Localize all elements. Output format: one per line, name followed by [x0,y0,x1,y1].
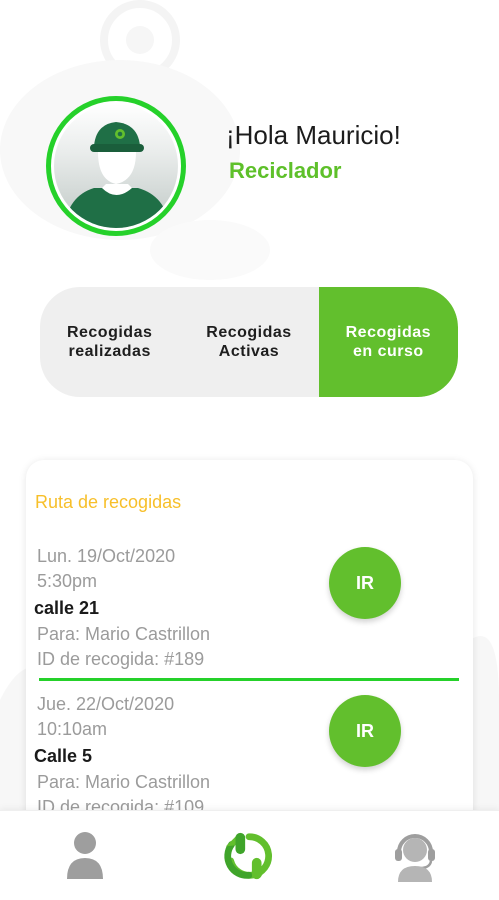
nav-profile[interactable] [58,829,112,883]
greeting-text: ¡Hola Mauricio! [226,120,401,150]
pickup-recipient: Para: Mario Castrillon [37,624,211,644]
bottom-navigation [0,810,499,900]
tab-label-line1: Recogidas [345,324,432,341]
pickup-tabs: Recogidas realizadas Recogidas Activas R… [40,287,458,397]
tab-recogidas-en-curso[interactable]: Recogidas en curso [318,287,458,397]
pickup-date: Lun. 19/Oct/2020 [37,546,176,566]
nav-recycle[interactable] [222,829,276,883]
tab-recogidas-activas[interactable]: Recogidas Activas [179,287,318,397]
pickup-item: Lun. 19/Oct/2020 5:30pm calle 21 Para: M… [26,544,473,684]
avatar-person-icon [64,122,170,228]
tab-recogidas-realizadas[interactable]: Recogidas realizadas [40,287,179,397]
pickup-date: Jue. 22/Oct/2020 [37,694,175,714]
pickup-address: calle 21 [34,598,100,618]
pickup-item: Jue. 22/Oct/2020 10:10am Calle 5 Para: M… [26,692,473,820]
pickup-id: ID de recogida: #189 [37,649,205,669]
recycle-icon [224,832,272,880]
card-title: Ruta de recogidas [35,492,182,512]
divider [39,678,459,681]
pickup-time: 10:10am [37,719,108,739]
avatar-illustration [54,104,178,228]
avatar [46,96,186,236]
pickup-address: Calle 5 [34,746,93,766]
support-headset-icon [395,834,435,882]
user-icon [67,832,103,879]
tab-label-line2: Activas [218,343,280,360]
tab-label-line2: realizadas [68,343,151,360]
pickup-recipient: Para: Mario Castrillon [37,772,211,792]
pickup-time: 5:30pm [37,571,98,591]
go-button[interactable]: IR [329,695,401,767]
go-button[interactable]: IR [329,547,401,619]
user-role: Reciclador [229,158,342,183]
tab-label-line2: en curso [352,343,424,360]
nav-support[interactable] [388,829,442,883]
route-card: Ruta de recogidas Lun. 19/Oct/2020 5:30p… [26,460,473,820]
tab-label-line1: Recogidas [206,324,292,341]
tab-label-line1: Recogidas [66,324,153,341]
